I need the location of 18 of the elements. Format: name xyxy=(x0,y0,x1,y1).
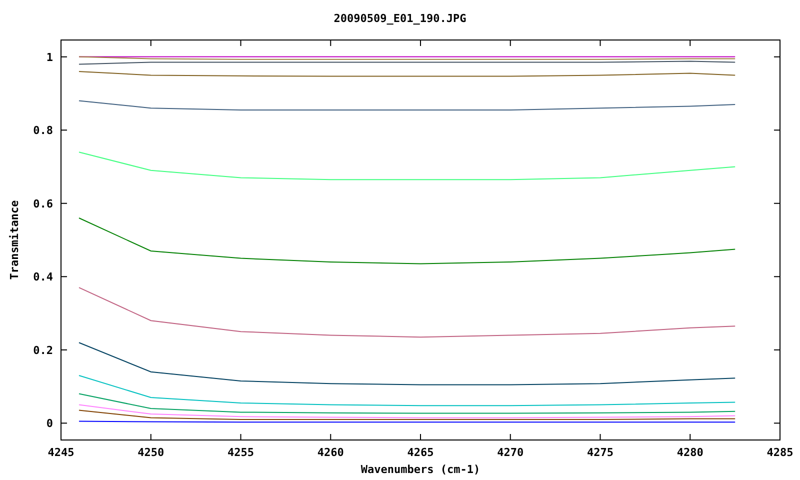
y-axis-label: Transmitance xyxy=(8,200,21,280)
x-tick-label: 4285 xyxy=(766,446,794,459)
x-tick-label: 4265 xyxy=(407,446,434,459)
x-tick-label: 4260 xyxy=(317,446,344,459)
x-tick-label: 4280 xyxy=(676,446,704,459)
y-tick-label: 0.6 xyxy=(33,197,53,210)
x-tick-label: 4255 xyxy=(228,446,254,459)
y-tick-label: 1 xyxy=(46,50,53,64)
y-tick-label: 0.2 xyxy=(33,344,53,357)
x-tick-label: 4270 xyxy=(497,446,524,459)
x-tick-label: 4245 xyxy=(48,446,74,459)
y-tick-label: 0.8 xyxy=(33,124,53,138)
y-tick-label: 0 xyxy=(46,417,53,430)
x-axis-label: Wavenumbers (cm-1) xyxy=(360,463,480,476)
chart-title: 20090509_E01_190.JPG xyxy=(334,12,466,25)
y-tick-label: 0.4 xyxy=(33,270,53,284)
x-tick-label: 4250 xyxy=(138,446,164,459)
x-tick-label: 4275 xyxy=(587,446,614,459)
